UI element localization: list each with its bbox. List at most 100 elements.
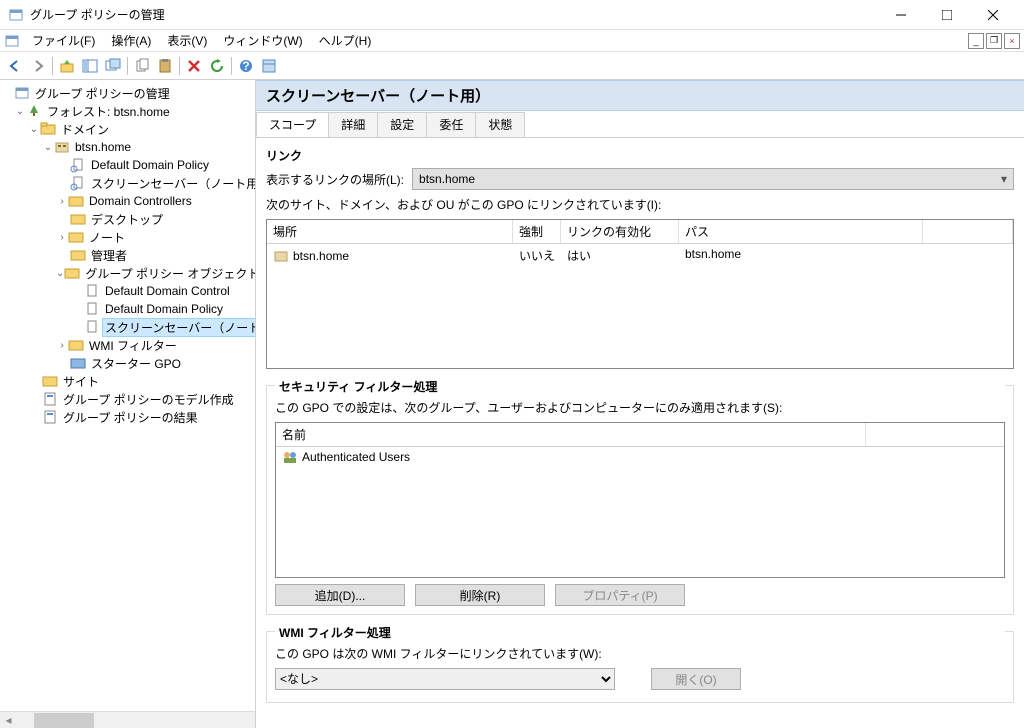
show-hide-tree-button[interactable]	[79, 55, 101, 77]
menu-help[interactable]: ヘルプ(H)	[311, 30, 380, 51]
maximize-button[interactable]	[924, 0, 970, 30]
back-button[interactable]	[4, 55, 26, 77]
domain-icon	[54, 139, 70, 155]
menu-file[interactable]: ファイル(F)	[24, 30, 103, 51]
location-label: 表示するリンクの場所(L):	[266, 171, 404, 188]
detail-pane: スクリーンセーバー（ノート用） スコープ 詳細 設定 委任 状態 リンク 表示す…	[256, 80, 1024, 728]
tree-admin[interactable]: 管理者	[88, 246, 130, 265]
col-path[interactable]: パス	[679, 220, 923, 243]
col-name[interactable]: 名前	[276, 423, 866, 446]
wmi-select[interactable]: <なし>	[275, 668, 615, 690]
tree-forest[interactable]: フォレスト: btsn.home	[44, 102, 173, 121]
tree-root[interactable]: グループ ポリシーの管理	[32, 84, 173, 103]
linked-desc: 次のサイト、ドメイン、および OU がこの GPO にリンクされています(I):	[266, 196, 1014, 213]
tree-pane: グループ ポリシーの管理 ⌄ フォレスト: btsn.home ⌄ ドメイン ⌄ bt…	[0, 80, 256, 728]
ou-icon	[70, 211, 86, 227]
menu-action[interactable]: 操作(A)	[103, 30, 159, 51]
tree-domain[interactable]: btsn.home	[72, 139, 134, 155]
menu-bar: ファイル(F) 操作(A) 表示(V) ウィンドウ(W) ヘルプ(H) _ ❐ …	[0, 30, 1024, 52]
svg-text:?: ?	[242, 59, 249, 73]
tree-ssn2[interactable]: スクリーンセーバー（ノート用	[102, 318, 255, 337]
results-icon	[42, 409, 58, 425]
minimize-button[interactable]	[878, 0, 924, 30]
refresh-button[interactable]	[206, 55, 228, 77]
tree-gpo-folder[interactable]: グループ ポリシー オブジェクト	[82, 264, 255, 283]
collapse-icon[interactable]: ⌄	[28, 124, 40, 135]
app-icon-small	[4, 33, 20, 49]
gpo-icon	[84, 301, 100, 317]
tab-details[interactable]: 詳細	[328, 112, 378, 137]
forward-button[interactable]	[27, 55, 49, 77]
wmi-folder-icon	[68, 337, 84, 353]
tree-modeling[interactable]: グループ ポリシーのモデル作成	[60, 390, 237, 409]
new-window-button[interactable]	[102, 55, 124, 77]
expand-icon[interactable]: ›	[56, 196, 68, 207]
links-heading: リンク	[266, 147, 1014, 164]
mdi-close[interactable]: ×	[1004, 33, 1020, 49]
close-button[interactable]	[970, 0, 1016, 30]
security-table[interactable]: 名前 Authenticated Users	[275, 422, 1005, 578]
gpo-folder-icon	[64, 265, 80, 281]
col-enforced[interactable]: 強制	[513, 220, 561, 243]
mdi-controls: _ ❐ ×	[968, 33, 1020, 49]
delete-button[interactable]	[183, 55, 205, 77]
gpmc-root-icon	[14, 85, 30, 101]
tree[interactable]: グループ ポリシーの管理 ⌄ フォレスト: btsn.home ⌄ ドメイン ⌄ bt…	[0, 80, 255, 711]
tree-scrollbar[interactable]: ◂	[0, 711, 255, 728]
tree-dc[interactable]: Domain Controllers	[86, 193, 195, 209]
tree-wmi[interactable]: WMI フィルター	[86, 336, 180, 355]
tree-ddc[interactable]: Default Domain Control	[102, 283, 233, 299]
forest-icon	[26, 103, 42, 119]
wmi-desc: この GPO は次の WMI フィルターにリンクされています(W):	[275, 645, 1005, 662]
ou-icon	[68, 193, 84, 209]
menu-window[interactable]: ウィンドウ(W)	[215, 30, 310, 51]
tab-delegation[interactable]: 委任	[426, 112, 476, 137]
tab-settings[interactable]: 設定	[377, 112, 427, 137]
tree-desktop[interactable]: デスクトップ	[88, 210, 166, 229]
tree-domains[interactable]: ドメイン	[58, 120, 112, 139]
col-enabled[interactable]: リンクの有効化	[561, 220, 679, 243]
links-section: リンク 表示するリンクの場所(L): btsn.home 次のサイト、ドメイン、…	[256, 137, 1024, 379]
tree-ssn[interactable]: スクリーンセーバー（ノート用）	[88, 174, 255, 193]
mdi-restore[interactable]: ❐	[986, 33, 1002, 49]
tree-ddp[interactable]: Default Domain Policy	[88, 157, 212, 173]
links-row[interactable]: btsn.home いいえ はい btsn.home	[267, 244, 1013, 267]
tree-starter[interactable]: スターター GPO	[88, 354, 184, 373]
tab-status[interactable]: 状態	[475, 112, 525, 137]
tree-sites[interactable]: サイト	[60, 372, 102, 391]
users-icon	[282, 450, 298, 464]
col-location[interactable]: 場所	[267, 220, 513, 243]
title-bar: グループ ポリシーの管理	[0, 0, 1024, 30]
links-table[interactable]: 場所 強制 リンクの有効化 パス btsn.home いいえ はい btsn.h…	[266, 219, 1014, 369]
gpo-link-icon	[70, 157, 86, 173]
tree-ddp2[interactable]: Default Domain Policy	[102, 301, 226, 317]
add-button[interactable]: 追加(D)...	[275, 584, 405, 606]
expand-icon[interactable]: ›	[56, 232, 68, 243]
up-button[interactable]	[56, 55, 78, 77]
domains-folder-icon	[40, 121, 56, 137]
copy-button[interactable]	[131, 55, 153, 77]
gpo-icon	[84, 283, 100, 299]
tab-scope[interactable]: スコープ	[256, 112, 329, 137]
options-button[interactable]	[258, 55, 280, 77]
collapse-icon[interactable]: ⌄	[56, 268, 64, 279]
sites-icon	[42, 373, 58, 389]
gpo-icon	[84, 319, 100, 335]
properties-button[interactable]: プロパティ(P)	[555, 584, 685, 606]
expand-icon[interactable]: ›	[56, 340, 68, 351]
mdi-minimize[interactable]: _	[968, 33, 984, 49]
tree-note[interactable]: ノート	[86, 228, 128, 247]
security-row[interactable]: Authenticated Users	[276, 447, 1004, 467]
window-title: グループ ポリシーの管理	[30, 6, 878, 23]
open-button[interactable]: 開く(O)	[651, 668, 741, 690]
collapse-icon[interactable]: ⌄	[42, 142, 54, 153]
paste-button[interactable]	[154, 55, 176, 77]
tree-results[interactable]: グループ ポリシーの結果	[60, 408, 201, 427]
security-heading: セキュリティ フィルター処理	[275, 378, 1005, 395]
menu-view[interactable]: 表示(V)	[159, 30, 215, 51]
location-dropdown[interactable]: btsn.home	[412, 168, 1014, 190]
remove-button[interactable]: 削除(R)	[415, 584, 545, 606]
help-button[interactable]: ?	[235, 55, 257, 77]
collapse-icon[interactable]: ⌄	[14, 106, 26, 117]
toolbar: ?	[0, 52, 1024, 80]
